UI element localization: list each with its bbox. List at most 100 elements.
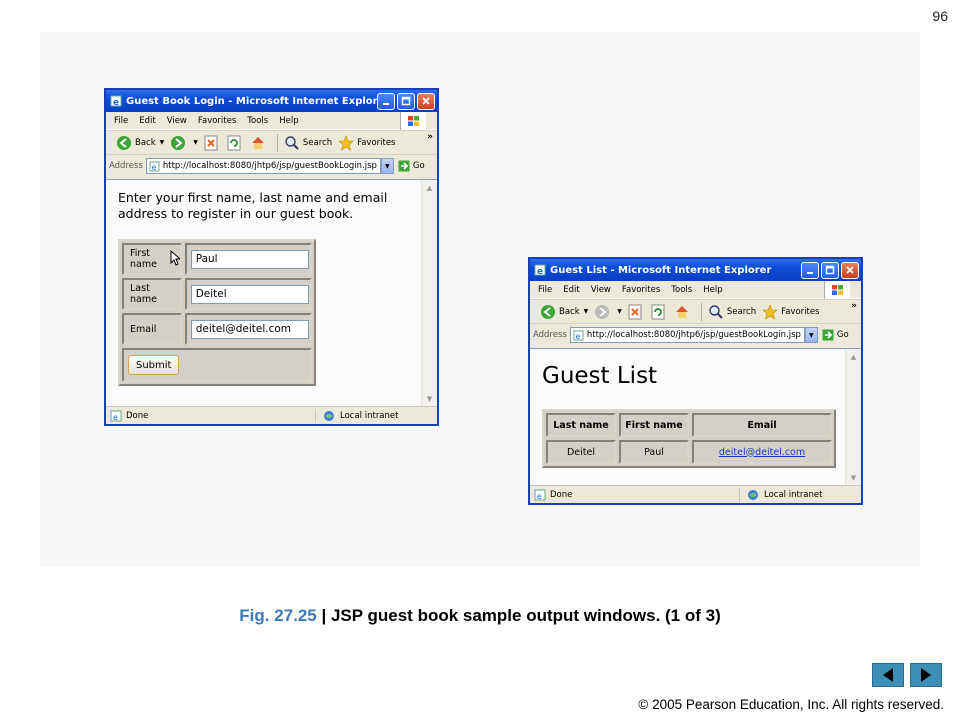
last-name-input[interactable]: [190, 284, 309, 304]
address-url: http://localhost:8080/jhtp6/jsp/guestBoo…: [162, 161, 377, 171]
refresh-button[interactable]: [651, 304, 668, 320]
go-button[interactable]: Go: [398, 160, 425, 172]
back-label: Back: [135, 137, 156, 148]
guest-list-heading: Guest List: [542, 363, 658, 389]
form-row: Email: [122, 313, 312, 345]
address-field[interactable]: e http://localhost:8080/jhtp6/jsp/guestB…: [145, 158, 381, 174]
maximize-icon: [825, 265, 835, 275]
maximize-icon: [401, 96, 411, 106]
login-intro-text: Enter your first name, last name and ema…: [118, 190, 398, 222]
login-toolbar: Back ▼ ▼ Search Favorites »: [106, 130, 437, 155]
address-label: Address: [533, 330, 567, 340]
list-titlebar[interactable]: e Guest List - Microsoft Internet Explor…: [530, 259, 861, 281]
menu-help[interactable]: Help: [703, 285, 722, 295]
go-button[interactable]: Go: [822, 329, 849, 341]
minimize-button[interactable]: [801, 261, 819, 279]
search-label: Search: [726, 306, 757, 317]
status-text: Done: [126, 410, 149, 421]
forward-arrow-icon: [595, 304, 610, 319]
svg-text:e: e: [537, 492, 542, 501]
first-name-cell: [184, 243, 312, 275]
search-label: Search: [302, 137, 333, 148]
login-statusbar: e Done Local intranet: [106, 406, 437, 424]
login-form-table: First name Last name Email Submit: [118, 239, 316, 386]
table-header-row: Last name First name Email: [546, 413, 832, 437]
page-icon: e: [149, 161, 160, 172]
toolbar-more-icon[interactable]: »: [851, 301, 857, 311]
address-dropdown-icon[interactable]: ▼: [804, 327, 818, 343]
table-row: Deitel Paul deitel@deitel.com: [546, 440, 832, 464]
go-arrow-icon: [398, 160, 410, 172]
column-last-name: Last name: [546, 413, 616, 437]
search-button[interactable]: Search: [708, 304, 756, 320]
back-dropdown-icon[interactable]: ▼: [160, 139, 165, 146]
figure-number: Fig. 27.25: [239, 606, 317, 625]
intranet-icon: [748, 489, 758, 500]
forward-dropdown-icon[interactable]: ▼: [193, 139, 198, 146]
menu-favorites[interactable]: Favorites: [198, 116, 236, 126]
first-name-input[interactable]: [190, 249, 309, 269]
menu-file[interactable]: File: [114, 116, 128, 126]
close-button[interactable]: [841, 261, 859, 279]
menu-view[interactable]: View: [167, 116, 187, 126]
address-field[interactable]: e http://localhost:8080/jhtp6/jsp/guestB…: [569, 327, 805, 343]
list-addressbar: Address e http://localhost:8080/jhtp6/js…: [530, 324, 861, 346]
maximize-button[interactable]: [397, 92, 415, 110]
login-vertical-scrollbar[interactable]: ▲ ▼: [421, 180, 437, 406]
column-first-name: First name: [619, 413, 689, 437]
toolbar-more-icon[interactable]: »: [427, 132, 433, 142]
menu-view[interactable]: View: [591, 285, 611, 295]
minimize-button[interactable]: [377, 92, 395, 110]
back-button[interactable]: Back ▼: [540, 304, 588, 320]
scroll-up-icon[interactable]: ▲: [422, 180, 437, 195]
favorites-button[interactable]: Favorites: [762, 303, 820, 320]
maximize-button[interactable]: [821, 261, 839, 279]
scroll-down-icon[interactable]: ▼: [846, 470, 861, 485]
home-button[interactable]: [250, 135, 269, 151]
refresh-icon: [227, 135, 241, 150]
submit-button[interactable]: Submit: [128, 355, 180, 375]
email-input[interactable]: [190, 319, 309, 339]
previous-slide-button[interactable]: [872, 663, 904, 687]
status-done: e Done: [110, 410, 315, 422]
windows-logo-icon: [824, 281, 850, 299]
list-menubar: File Edit View Favorites Tools Help: [530, 281, 861, 299]
refresh-button[interactable]: [227, 135, 244, 151]
menu-edit[interactable]: Edit: [563, 285, 579, 295]
email-link[interactable]: deitel@deitel.com: [719, 447, 805, 458]
favorites-label: Favorites: [357, 137, 396, 148]
triangle-left-icon: [883, 668, 893, 682]
favorites-label: Favorites: [781, 306, 820, 317]
favorites-button[interactable]: Favorites: [338, 134, 396, 151]
scroll-down-icon[interactable]: ▼: [422, 391, 437, 406]
home-button[interactable]: [674, 304, 693, 320]
list-toolbar: Back ▼ ▼ Search Favorites »: [530, 299, 861, 324]
copyright-notice: © 2005 Pearson Education, Inc. All right…: [638, 697, 944, 712]
menu-tools[interactable]: Tools: [247, 116, 268, 126]
page-done-icon: e: [534, 489, 546, 501]
forward-dropdown-icon[interactable]: ▼: [617, 308, 622, 315]
forward-button[interactable]: ▼: [170, 135, 198, 151]
menu-tools[interactable]: Tools: [671, 285, 692, 295]
scroll-up-icon[interactable]: ▲: [846, 349, 861, 364]
stop-icon: [204, 135, 218, 150]
menu-favorites[interactable]: Favorites: [622, 285, 660, 295]
back-button[interactable]: Back ▼: [116, 135, 164, 151]
next-slide-button[interactable]: [910, 663, 942, 687]
login-titlebar[interactable]: e Guest Book Login - Microsoft Internet …: [106, 90, 437, 112]
close-button[interactable]: [417, 92, 435, 110]
login-window-title: Guest Book Login - Microsoft Internet Ex…: [126, 95, 377, 107]
forward-button[interactable]: ▼: [594, 304, 622, 320]
menu-help[interactable]: Help: [279, 116, 298, 126]
stop-button[interactable]: [204, 135, 221, 151]
stop-button[interactable]: [628, 304, 645, 320]
login-page-content: Enter your first name, last name and ema…: [106, 179, 437, 406]
toolbar-separator: [700, 302, 702, 321]
ie-icon: e: [534, 264, 546, 276]
menu-edit[interactable]: Edit: [139, 116, 155, 126]
back-dropdown-icon[interactable]: ▼: [584, 308, 589, 315]
search-button[interactable]: Search: [284, 135, 332, 151]
address-dropdown-icon[interactable]: ▼: [380, 158, 394, 174]
list-vertical-scrollbar[interactable]: ▲ ▼: [845, 349, 861, 485]
menu-file[interactable]: File: [538, 285, 552, 295]
